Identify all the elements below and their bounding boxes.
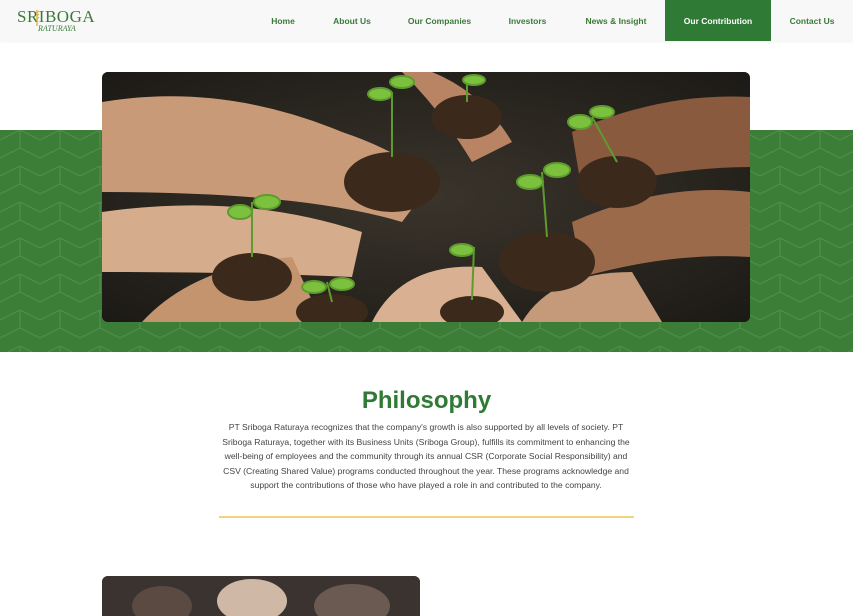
nav-our-contribution[interactable]: Our Contribution [665, 0, 771, 41]
philosophy-text: PT Sriboga Raturaya recognizes that the … [222, 422, 630, 491]
nav-contact-us[interactable]: Contact Us [771, 0, 853, 41]
sriboga-logo[interactable]: SRIBOGA RATURAYA [17, 7, 95, 35]
logo-subtext: RATURAYA [38, 24, 76, 33]
site-header: SRIBOGA RATURAYA Home About Us Our Compa… [0, 0, 853, 41]
next-section-image [102, 576, 420, 616]
people-photo [102, 576, 420, 616]
nav-home[interactable]: Home [253, 0, 313, 41]
nav-about-us[interactable]: About Us [313, 0, 391, 41]
philosophy-title: Philosophy [361, 387, 492, 414]
nav-our-companies[interactable]: Our Companies [391, 0, 488, 41]
section-divider [219, 516, 634, 518]
seedlings-illustration [102, 72, 750, 322]
main-nav: Home About Us Our Companies Investors Ne… [253, 0, 853, 41]
hero-image [102, 72, 750, 322]
nav-news-insight[interactable]: News & Insight [567, 0, 665, 41]
nav-investors[interactable]: Investors [488, 0, 567, 41]
